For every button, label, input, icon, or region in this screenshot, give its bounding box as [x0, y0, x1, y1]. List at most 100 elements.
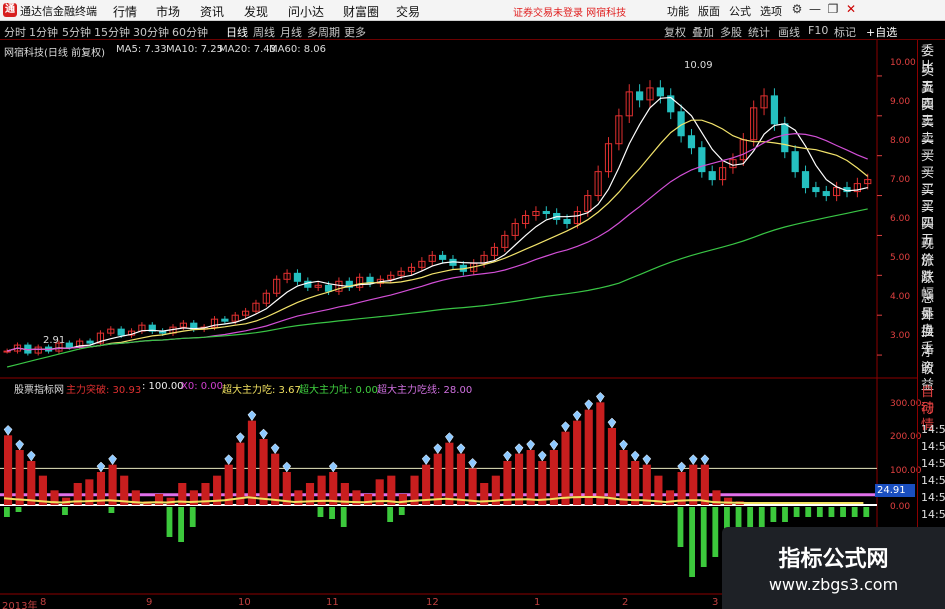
zhuli-tupo-bar — [27, 461, 36, 505]
date-label: 1 — [534, 597, 541, 608]
candle-body — [563, 218, 571, 224]
chao-da-tu-bar — [387, 507, 394, 522]
candle-body — [687, 135, 696, 149]
sidebar-time: 14:56 — [921, 423, 945, 436]
ind-scale-0: 0.00 — [890, 502, 911, 512]
chao-da-tu-bar — [851, 507, 858, 517]
chao-da-tu-bar — [189, 507, 196, 527]
candle-body — [708, 171, 716, 181]
site-watermark: 指标公式网 www.zbgs3.com — [722, 527, 945, 609]
zhuli-tupo-bar — [538, 461, 547, 505]
candle-body — [3, 350, 11, 353]
diamond-signal-icon — [3, 424, 13, 436]
diamond-signal-icon — [15, 439, 25, 451]
zhuli-tupo-bar — [584, 409, 593, 505]
app-window: 通 通达信金融终端 行情 市场 资讯 发现 问小达 财富圈 交易 证券交易未登录… — [0, 0, 945, 609]
diamond-signal-icon — [561, 421, 570, 433]
chao-da-chi-legend: 超大主力吃: 3.67 — [222, 385, 301, 396]
chao-da-tu-bar — [317, 507, 324, 517]
ma10-line — [6, 119, 869, 352]
zhuli-tupo-bar — [596, 402, 605, 505]
candle-body — [781, 123, 789, 153]
diamond-signal-icon — [444, 432, 454, 444]
ma60-line — [6, 208, 868, 368]
date-label: 2013年 — [2, 601, 38, 609]
diamond-signal-icon — [108, 454, 117, 466]
price-label-8: 8.00 — [890, 136, 911, 146]
level-legend: : 100.00 — [142, 381, 184, 392]
chao-da-tu-bar — [15, 507, 22, 512]
diamond-signal-icon — [26, 450, 36, 462]
zhuli-tupo-bar — [468, 468, 477, 505]
zhuli-tupo-legend: 主力突破: 30.93 — [66, 385, 142, 396]
zhuli-tupo-bar — [433, 453, 442, 505]
candle-body — [324, 284, 333, 292]
zhuli-tupo-bar — [514, 453, 524, 505]
ma5-legend: MA5: 7.33 — [116, 44, 167, 55]
diamond-signal-icon — [468, 457, 477, 469]
zhuli-tupo-bar — [15, 450, 24, 505]
chao-da-tu-bar — [828, 507, 835, 517]
diamond-signal-icon — [700, 454, 710, 466]
indicator-current-value: 24.91 — [875, 484, 915, 497]
zhuli-tupo-bar — [445, 442, 454, 505]
zhuli-tupo-bar — [724, 497, 733, 505]
chao-da-tu-bar — [816, 507, 823, 517]
date-label: 8 — [40, 597, 47, 608]
zhuli-tupo-bar — [247, 420, 257, 505]
diamond-signal-icon — [630, 450, 640, 462]
chao-da-tu-bar — [178, 507, 185, 542]
chao-da-tu-bar — [700, 507, 707, 567]
chao-da-tu-bar — [166, 507, 173, 537]
zhuli-tupo-bar — [364, 494, 373, 505]
candle-body — [822, 191, 830, 197]
candle-body — [439, 254, 447, 260]
diamond-signal-icon — [503, 450, 512, 462]
candle-body — [542, 211, 550, 215]
zhuli-tupo-bar — [108, 464, 117, 505]
quote-sidebar: 委比 卖五 卖四 卖三 卖二 卖一 买一 买二 买三 买四 买五 现价 涨跌 涨… — [917, 40, 945, 609]
chao-da-tu-bar — [863, 507, 870, 517]
diamond-signal-icon — [328, 461, 338, 473]
zhuli-tupo-bar — [4, 435, 13, 505]
zhuli-tupo-bar — [573, 420, 582, 505]
sidebar-time: 14:56 — [921, 491, 945, 504]
zhuli-tupo-bar — [456, 453, 466, 505]
candle-body — [65, 342, 73, 348]
diamond-signal-icon — [537, 450, 547, 462]
date-label: 10 — [238, 597, 251, 608]
diamond-signal-icon — [572, 410, 582, 422]
price-label-3: 3.00 — [890, 331, 911, 341]
price-label-5: 5.00 — [890, 253, 911, 263]
diamond-signal-icon — [595, 391, 605, 403]
zhuli-tupo-bar — [259, 439, 268, 505]
zhuli-tupo-bar — [689, 464, 698, 505]
candle-body — [791, 151, 799, 173]
high-price-annotation: 10.09 — [684, 60, 713, 71]
zhuli-tupo-bar — [607, 428, 617, 505]
price-chart[interactable] — [0, 0, 917, 609]
zhuli-tupo-bar — [503, 461, 512, 505]
indicator-name: 股票指标网 — [14, 385, 64, 396]
watermark-url: www.zbgs3.com — [768, 575, 899, 594]
diamond-signal-icon — [526, 439, 536, 451]
sidebar-time: 14:56 — [921, 508, 945, 521]
candle-body — [801, 171, 810, 189]
diamond-signal-icon — [456, 443, 466, 455]
diamond-signal-icon — [514, 443, 524, 455]
stock-title: 网宿科技(日线 前复权) — [4, 48, 105, 59]
chao-da-tu-bar — [747, 507, 754, 527]
chao-da-tu-bar — [689, 507, 695, 577]
x0-legend: X0: 0.00 — [181, 381, 224, 392]
diamond-signal-icon — [259, 428, 268, 440]
date-label: 12 — [426, 597, 439, 608]
ma60-legend: MA60: 8.06 — [269, 44, 327, 55]
zhuli-tupo-bar — [398, 494, 407, 505]
ma20-legend: MA20: 7.43 — [219, 44, 277, 55]
diamond-signal-icon — [96, 461, 106, 473]
low-price-annotation: 2.91 — [43, 335, 66, 346]
diamond-signal-icon — [235, 432, 245, 444]
price-label-4: 4.00 — [890, 292, 911, 302]
diamond-signal-icon — [247, 410, 257, 422]
candle-body — [636, 91, 644, 101]
